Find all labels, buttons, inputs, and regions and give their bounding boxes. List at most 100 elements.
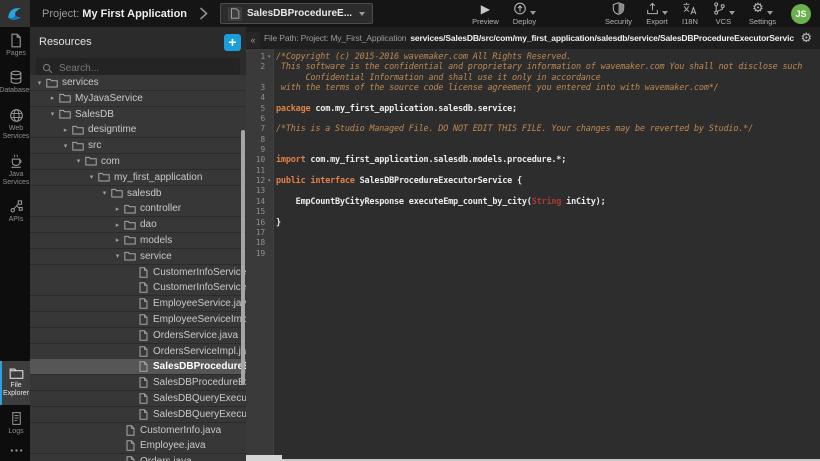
code-line[interactable]: 2 This software is the confidential and … [246, 62, 820, 72]
rail-item-pages[interactable]: Pages [0, 27, 30, 64]
tree-item[interactable]: OrdersServiceImpl.java [30, 344, 246, 359]
rail-item-web-services[interactable]: Web Services [0, 102, 30, 148]
tree-item[interactable]: CustomerInfo.java [30, 423, 246, 438]
chevron-down-icon[interactable]: ▾ [86, 173, 97, 181]
code-line[interactable]: 10import com.my_first_application.salesd… [246, 155, 820, 165]
tree-item[interactable]: SalesDBQueryExecutorServiceImpl.java [30, 407, 246, 422]
tree-item[interactable]: ▸models [30, 233, 246, 248]
tree-item-label: Employee.java [140, 440, 206, 451]
code-line[interactable]: 15 [246, 207, 820, 217]
chevron-down-icon[interactable]: ▾ [73, 157, 84, 165]
tree-item[interactable]: Orders.java [30, 454, 246, 461]
pages-icon [9, 33, 23, 48]
vcs-button[interactable]: VCS [705, 0, 742, 27]
tree-item[interactable]: ▾salesdb [30, 186, 246, 201]
tree-item[interactable]: SalesDBQueryExecutorService.java [30, 391, 246, 406]
chevron-down-icon[interactable]: ▾ [99, 189, 110, 197]
tree-item[interactable]: EmployeeService.java [30, 296, 246, 311]
file-icon [136, 298, 150, 309]
deploy-button[interactable]: Deploy [506, 0, 543, 27]
rail-item-logs[interactable]: Logs [0, 405, 30, 442]
file-path-bar: File Path: Project: My_First_Application… [246, 27, 820, 49]
wavemaker-logo[interactable] [0, 0, 30, 27]
code-line[interactable]: 14 EmpCountByCityResponse executeEmp_cou… [246, 197, 820, 207]
chevron-right-icon[interactable]: ▸ [112, 221, 123, 229]
rail-item-apis[interactable]: APIs [0, 193, 30, 230]
resources-panel: Resources + ▾services▸MyJavaService▾Sale… [30, 27, 246, 461]
code-text: /*This is a Studio Managed File. DO NOT … [273, 124, 753, 134]
editor-settings-gear-icon[interactable]: ⚙ [794, 32, 812, 45]
security-button[interactable]: Security [598, 0, 639, 27]
web-services-icon [9, 108, 24, 123]
settings-button[interactable]: ⚙ Settings [742, 0, 783, 27]
export-button[interactable]: Export [639, 0, 675, 27]
code-line[interactable]: 16} [246, 218, 820, 228]
tree-item[interactable]: ▾SalesDB [30, 107, 246, 122]
fold-toggle-icon[interactable]: ▾ [265, 176, 273, 186]
code-line[interactable]: 12▾public interface SalesDBProcedureExec… [246, 176, 820, 186]
open-file-dropdown[interactable]: SalesDBProcedureE... [220, 3, 373, 24]
tree-item[interactable]: CustomerInfoServiceImpl.java [30, 280, 246, 295]
code-line[interactable]: 13 [246, 186, 820, 196]
editor-horizontal-scrollbar-thumb[interactable] [246, 455, 282, 461]
code-line[interactable]: 11 [246, 166, 820, 176]
tree-item[interactable]: ▸designtime [30, 122, 246, 137]
chevron-right-icon[interactable]: ▸ [112, 205, 123, 213]
code-line[interactable]: 8 [246, 135, 820, 145]
chevron-down-icon[interactable]: ▾ [47, 110, 58, 118]
chevron-down-icon[interactable]: ▾ [60, 142, 71, 150]
add-resource-button[interactable]: + [224, 34, 241, 51]
fold-spacer [265, 207, 273, 217]
chevron-right-icon[interactable]: ▸ [112, 236, 123, 244]
code-area[interactable]: 1▾/*Copyright (c) 2015-2016 wavemaker.co… [246, 49, 820, 457]
tree-item[interactable]: ▾src [30, 138, 246, 153]
code-line[interactable]: 17 [246, 228, 820, 238]
file-icon [136, 361, 150, 372]
tree-item[interactable]: ▸MyJavaService [30, 91, 246, 106]
tree-item[interactable]: ▸dao [30, 217, 246, 232]
tree-item[interactable]: SalesDBProcedureExecutorServiceImpl.java [30, 375, 246, 390]
tree-vertical-scrollbar[interactable] [241, 130, 245, 385]
tree-item[interactable]: Employee.java [30, 438, 246, 453]
chevron-right-icon[interactable]: ▸ [60, 126, 71, 134]
code-line[interactable]: 9 [246, 145, 820, 155]
code-line[interactable]: 19 [246, 249, 820, 259]
code-text [273, 135, 276, 145]
user-avatar[interactable]: JS [791, 4, 811, 24]
tree-item[interactable]: ▾service [30, 249, 246, 264]
preview-button[interactable]: ▶ Preview [465, 0, 506, 27]
line-number: 3 [246, 83, 265, 93]
line-number: 13 [246, 186, 265, 196]
tree-item[interactable]: ▸controller [30, 201, 246, 216]
tree-item[interactable]: SalesDBProcedureExecutorService.java [30, 359, 246, 374]
rail-item-databases[interactable]: Databases [0, 64, 30, 101]
code-line[interactable]: 4 [246, 93, 820, 103]
i18n-button[interactable]: I18N [675, 0, 705, 27]
tree-item-label: com [101, 156, 120, 167]
tree-item[interactable]: ▾my_first_application [30, 170, 246, 185]
resources-header: Resources + [30, 27, 246, 54]
rail-item-more[interactable] [0, 442, 30, 461]
tree-item[interactable]: ▾ com [30, 154, 246, 169]
code-line[interactable]: 7/*This is a Studio Managed File. DO NOT… [246, 124, 820, 134]
code-text: /*Copyright (c) 2015-2016 wavemaker.com … [273, 52, 571, 62]
code-line[interactable]: 3 with the terms of the source code lice… [246, 83, 820, 93]
tree-item[interactable]: OrdersService.java [30, 328, 246, 343]
rail-item-file-explorer[interactable]: File Explorer [0, 361, 30, 405]
chevron-right-icon[interactable]: ▸ [47, 94, 58, 102]
tree-item[interactable]: EmployeeServiceImpl.java [30, 312, 246, 327]
code-line[interactable]: Confidential Information and shall use i… [246, 73, 820, 83]
collapse-panel-button[interactable]: « [246, 32, 260, 48]
export-icon [646, 2, 659, 15]
fold-toggle-icon[interactable]: ▾ [265, 52, 273, 62]
code-line[interactable]: 6 [246, 114, 820, 124]
code-line[interactable]: 5package com.my_first_application.salesd… [246, 104, 820, 114]
chevron-down-icon[interactable]: ▾ [34, 79, 45, 87]
code-line[interactable]: 18 [246, 238, 820, 248]
chevron-down-icon[interactable]: ▾ [112, 252, 123, 260]
code-line[interactable]: 1▾/*Copyright (c) 2015-2016 wavemaker.co… [246, 52, 820, 62]
tree-item[interactable]: ▾services [30, 75, 246, 90]
tree-item[interactable]: CustomerInfoService.java [30, 265, 246, 280]
rail-item-java-services[interactable]: Java Services [0, 148, 30, 194]
search-input[interactable] [57, 62, 234, 75]
